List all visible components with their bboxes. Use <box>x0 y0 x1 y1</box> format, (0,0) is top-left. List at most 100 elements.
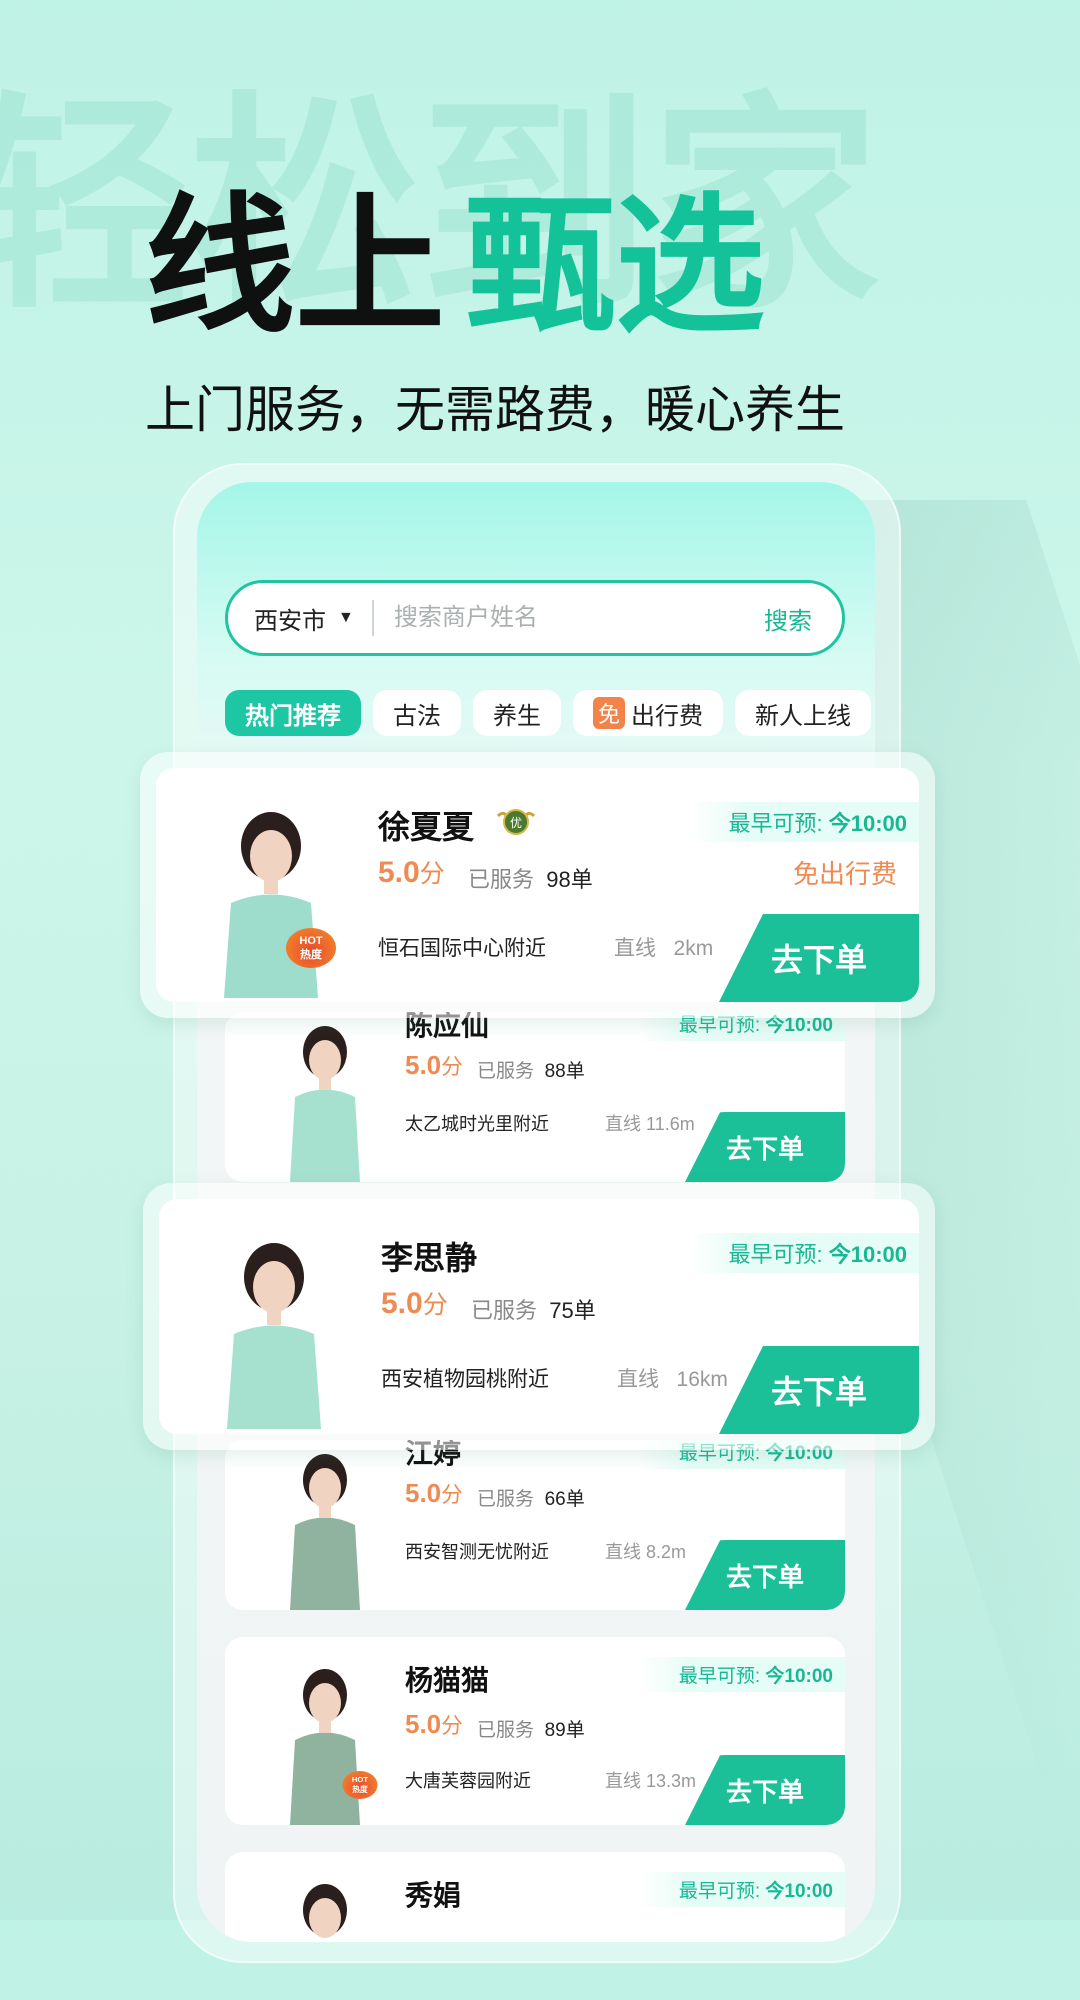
medal-icon: 优 <box>496 806 536 836</box>
tab-yangsheng[interactable]: 养生 <box>473 690 561 736</box>
served-count: 已服务 98单 <box>468 862 593 894</box>
provider-card[interactable]: 秀娟 最早可预: 今10:00 <box>225 1852 845 1942</box>
provider-card-featured[interactable]: 李思静 最早可预: 今10:00 5.0分 已服务 75单 西安植物园桃附近 直… <box>143 1183 935 1450</box>
provider-card-featured[interactable]: HOT 热度 徐夏夏 优 最早可预: 今10:00 5.0分 已服务 98单 免出… <box>140 752 935 1018</box>
free-badge: 免 <box>593 697 626 729</box>
earliest-time: 今10:00 <box>828 811 907 836</box>
served-orders: 75单 <box>549 1298 596 1323</box>
earliest-time: 今10:00 <box>765 1881 833 1902</box>
earliest-booking: 最早可预: 今10:00 <box>638 1872 845 1907</box>
order-button[interactable]: 去下单 <box>685 1755 845 1825</box>
hot-badge: HOT 热度 <box>342 1771 378 1799</box>
order-button[interactable]: 去下单 <box>719 1346 919 1434</box>
search-bar: 西安市 ▼ 搜索 <box>225 580 845 656</box>
order-button[interactable]: 去下单 <box>685 1112 845 1182</box>
distance: 直线 11.6m <box>605 1110 695 1136</box>
earliest-label: 最早可预: <box>678 1881 766 1902</box>
provider-address: 西安智测无忧附近 <box>405 1542 549 1562</box>
earliest-time: 今10:00 <box>828 1242 907 1267</box>
rating-value: 5.0 <box>405 1709 442 1739</box>
provider-avatar <box>265 1440 385 1610</box>
served-label: 已服务 <box>468 867 535 892</box>
provider-address: 恒石国际中心附近 <box>378 937 546 960</box>
served-count: 已服务 66单 <box>477 1484 585 1511</box>
tab-label: 古法 <box>393 702 441 730</box>
provider-avatar <box>196 798 346 998</box>
subtitle: 上门服务，无需路费，暖心养生 <box>145 381 845 439</box>
tab-label: 出行费 <box>631 702 704 730</box>
provider-address: 西安植物园桃附近 <box>381 1368 549 1391</box>
earliest-time: 今10:00 <box>765 1666 833 1687</box>
provider-name: 李思静 <box>381 1239 478 1277</box>
distance-value: 11.6m <box>646 1114 695 1134</box>
served-orders: 89单 <box>544 1720 585 1741</box>
headline-part1: 线上 <box>145 180 446 354</box>
earliest-time: 今10:00 <box>765 1015 833 1036</box>
rating-unit: 分 <box>441 1482 463 1507</box>
city-label: 西安市 <box>254 607 326 635</box>
tab-label: 热门推荐 <box>245 702 341 730</box>
order-button[interactable]: 去下单 <box>685 1540 845 1610</box>
search-button[interactable]: 搜索 <box>764 601 812 636</box>
tab-label: 新人上线 <box>755 702 852 730</box>
headline-part2: 甄选 <box>465 180 766 354</box>
earliest-label: 最早可预: <box>728 1242 829 1267</box>
provider-card[interactable]: 陈应仙 最早可预: 今10:00 5.0分 已服务 88单 太乙城时光里附近 直… <box>225 1012 845 1182</box>
hot-badge-top: HOT <box>351 1775 369 1785</box>
distance-label: 直线 <box>605 1542 641 1562</box>
served-count: 已服务 88单 <box>477 1056 585 1083</box>
served-count: 已服务 89单 <box>477 1715 585 1742</box>
provider-avatar <box>265 1012 385 1182</box>
headline: 线上 甄选 <box>145 192 765 342</box>
earliest-booking: 最早可预: 今10:00 <box>688 1233 919 1273</box>
distance-label: 直线 <box>614 937 656 960</box>
rating-value: 5.0 <box>381 1287 423 1320</box>
tab-gufa[interactable]: 古法 <box>373 690 461 736</box>
medal-text: 优 <box>510 816 522 830</box>
rating-value: 5.0 <box>405 1050 442 1080</box>
served-orders: 66单 <box>544 1489 585 1510</box>
served-label: 已服务 <box>477 1720 535 1741</box>
earliest-label: 最早可预: <box>728 811 829 836</box>
provider-card[interactable]: 江婷 最早可预: 今10:00 5.0分 已服务 66单 西安智测无忧附近 直线… <box>225 1440 845 1610</box>
served-label: 已服务 <box>477 1489 535 1510</box>
search-input[interactable] <box>391 603 726 633</box>
served-orders: 98单 <box>546 867 593 892</box>
served-orders: 88单 <box>544 1061 585 1082</box>
provider-name: 徐夏夏 <box>378 808 475 846</box>
tab-hot-recommend[interactable]: 热门推荐 <box>225 690 361 736</box>
hot-badge-bottom: 热度 <box>352 1785 368 1795</box>
provider-address: 大唐芙蓉园附近 <box>405 1771 531 1791</box>
distance-label: 直线 <box>605 1771 641 1791</box>
order-button[interactable]: 去下单 <box>719 914 919 1002</box>
rating: 5.0分 <box>405 1050 463 1081</box>
distance-value: 8.2m <box>646 1542 687 1562</box>
provider-card-body: 李思静 最早可预: 今10:00 5.0分 已服务 75单 西安植物园桃附近 直… <box>159 1199 919 1434</box>
rating-value: 5.0 <box>378 856 420 889</box>
rating: 5.0分 <box>381 1285 448 1321</box>
rating-value: 5.0 <box>405 1478 442 1508</box>
distance: 直线 16km <box>617 1363 728 1393</box>
distance-label: 直线 <box>605 1114 641 1134</box>
provider-name: 杨猫猫 <box>405 1664 490 1697</box>
tab-free-travel-fee[interactable]: 免出行费 <box>573 690 724 736</box>
rating-unit: 分 <box>422 1291 448 1319</box>
rating: 5.0分 <box>378 854 445 890</box>
served-count: 已服务 75单 <box>471 1293 596 1325</box>
provider-name: 秀娟 <box>405 1879 462 1912</box>
tab-new-arrivals[interactable]: 新人上线 <box>735 690 872 736</box>
hot-badge-bottom: 热度 <box>300 949 322 961</box>
distance-value: 16km <box>676 1368 728 1391</box>
distance-value: 2km <box>673 937 714 960</box>
provider-avatar <box>199 1229 349 1429</box>
category-tabs: 热门推荐 古法 养生 免出行费 新人上线 <box>225 690 872 736</box>
city-selector[interactable]: 西安市 ▼ <box>254 601 354 636</box>
distance-label: 直线 <box>617 1368 659 1391</box>
earliest-booking: 最早可预: 今10:00 <box>688 802 919 842</box>
search-divider <box>371 600 374 636</box>
provider-avatar <box>265 1870 385 1942</box>
provider-card[interactable]: HOT 热度 杨猫猫 最早可预: 今10:00 5.0分 已服务 89单 大唐芙蓉… <box>225 1637 845 1825</box>
rating-unit: 分 <box>441 1054 463 1079</box>
earliest-label: 最早可预: <box>678 1015 766 1036</box>
earliest-booking: 最早可预: 今10:00 <box>638 1657 845 1692</box>
